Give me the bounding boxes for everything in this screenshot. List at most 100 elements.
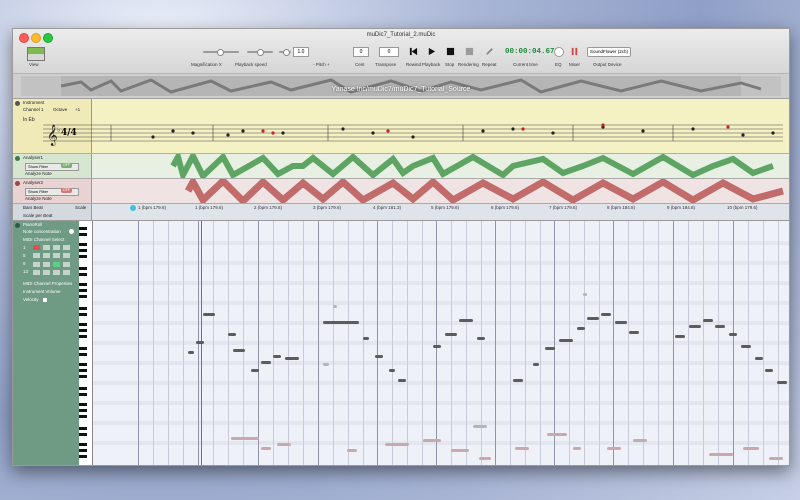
channel-value[interactable]: 1 <box>41 107 44 112</box>
note[interactable] <box>675 335 685 338</box>
note[interactable] <box>689 325 701 328</box>
note[interactable] <box>459 319 473 322</box>
playhead-marker[interactable] <box>130 205 136 211</box>
note[interactable] <box>755 357 763 360</box>
note[interactable] <box>547 433 567 436</box>
note[interactable] <box>203 313 215 316</box>
note[interactable] <box>228 333 236 336</box>
note[interactable] <box>389 369 395 372</box>
note[interactable] <box>633 439 647 442</box>
note[interactable] <box>615 321 627 324</box>
collapse-icon[interactable] <box>15 101 20 106</box>
note[interactable] <box>323 321 359 324</box>
midi-channel-cell[interactable] <box>43 253 50 259</box>
output-device-select[interactable]: SoundFlower (2ch) <box>587 47 631 57</box>
analyser2-analyze-note[interactable]: Analyze Note <box>25 196 52 201</box>
midi-channel-cell[interactable] <box>43 261 50 267</box>
note[interactable] <box>477 337 485 340</box>
note[interactable] <box>743 447 759 450</box>
stop-icon[interactable] <box>446 47 455 56</box>
midi-channel-cell[interactable] <box>63 245 70 250</box>
note[interactable] <box>777 381 787 384</box>
note[interactable] <box>323 363 329 366</box>
note[interactable] <box>261 447 271 450</box>
midi-channel-cell[interactable] <box>63 261 70 267</box>
midi-channel-cell[interactable] <box>63 269 70 275</box>
analyser1-off-toggle[interactable]: OFF <box>61 163 72 168</box>
eq-icon[interactable] <box>554 47 564 57</box>
note[interactable] <box>729 333 737 336</box>
midi-channel-cell[interactable] <box>53 269 60 275</box>
note[interactable] <box>741 345 751 348</box>
note[interactable] <box>285 357 299 360</box>
note[interactable] <box>423 439 441 442</box>
note[interactable] <box>629 331 639 334</box>
note[interactable] <box>559 339 573 342</box>
bar-ruler[interactable]: Bars Beat Scale Scale per Beat 1 (bpm 17… <box>13 204 789 221</box>
octave-value[interactable]: +1 <box>75 107 80 112</box>
note[interactable] <box>703 319 713 322</box>
analyser2-off-toggle[interactable]: OFF <box>61 188 72 193</box>
pianoroll-grid[interactable] <box>93 221 789 465</box>
midi-channel-cell[interactable] <box>63 253 70 259</box>
piano-keyboard[interactable] <box>79 221 93 465</box>
note[interactable] <box>479 457 491 460</box>
note[interactable] <box>515 447 529 450</box>
note[interactable] <box>433 345 441 348</box>
note[interactable] <box>445 333 457 336</box>
note-concentration-knob[interactable] <box>69 229 74 234</box>
midi-channel-cell[interactable] <box>43 269 50 275</box>
view-button[interactable] <box>27 47 45 61</box>
repeat-icon[interactable] <box>485 47 494 56</box>
pitch-value[interactable]: 1.0 <box>293 47 309 57</box>
midi-channel-cell[interactable] <box>33 261 40 267</box>
playback-speed-slider[interactable] <box>247 49 273 56</box>
transpose-field[interactable]: 0 <box>379 47 399 57</box>
note[interactable] <box>545 347 555 350</box>
analyser1-collapse-icon[interactable] <box>15 156 20 161</box>
note[interactable] <box>451 449 469 452</box>
rendering-icon[interactable] <box>465 47 474 56</box>
note[interactable] <box>277 443 291 446</box>
midi-channel-cell[interactable] <box>33 245 40 250</box>
mixer-icon[interactable] <box>570 47 579 56</box>
pitch-slider[interactable] <box>279 49 291 56</box>
note[interactable] <box>363 337 369 340</box>
note[interactable] <box>765 369 773 372</box>
note[interactable] <box>577 327 585 330</box>
note[interactable] <box>607 447 621 450</box>
midi-channel-cell[interactable] <box>43 245 50 250</box>
note[interactable] <box>473 425 487 428</box>
midi-channel-cell[interactable] <box>53 261 60 267</box>
note[interactable] <box>385 443 409 446</box>
analyser1-analyze-note[interactable]: Analyze Note <box>25 171 52 176</box>
midi-channel-cell[interactable] <box>53 253 60 259</box>
note[interactable] <box>347 449 357 452</box>
overview-waveform[interactable]: Yanase Inc/muDic7/muDic7_Tutorial_Source <box>13 74 789 99</box>
play-icon[interactable] <box>427 47 436 56</box>
note[interactable] <box>769 457 783 460</box>
note[interactable] <box>709 453 733 456</box>
note[interactable] <box>196 341 204 344</box>
midi-channel-cell[interactable] <box>53 245 60 250</box>
rewind-icon[interactable] <box>409 47 418 56</box>
note[interactable] <box>231 437 259 440</box>
note[interactable] <box>533 363 539 366</box>
note[interactable] <box>587 317 599 320</box>
note[interactable] <box>398 379 406 382</box>
pianoroll-collapse-icon[interactable] <box>15 223 20 228</box>
note[interactable] <box>333 305 337 308</box>
cent-field[interactable]: 0 <box>353 47 369 57</box>
note[interactable] <box>188 351 194 354</box>
midi-channel-cell[interactable] <box>33 269 40 275</box>
note[interactable] <box>601 313 611 316</box>
note[interactable] <box>261 361 271 364</box>
note[interactable] <box>513 379 523 382</box>
note[interactable] <box>375 355 383 358</box>
velocity-slider[interactable] <box>43 298 47 302</box>
magnification-slider[interactable] <box>203 49 239 56</box>
note[interactable] <box>251 369 259 372</box>
note[interactable] <box>573 447 581 450</box>
note[interactable] <box>715 325 725 328</box>
note[interactable] <box>273 355 281 358</box>
